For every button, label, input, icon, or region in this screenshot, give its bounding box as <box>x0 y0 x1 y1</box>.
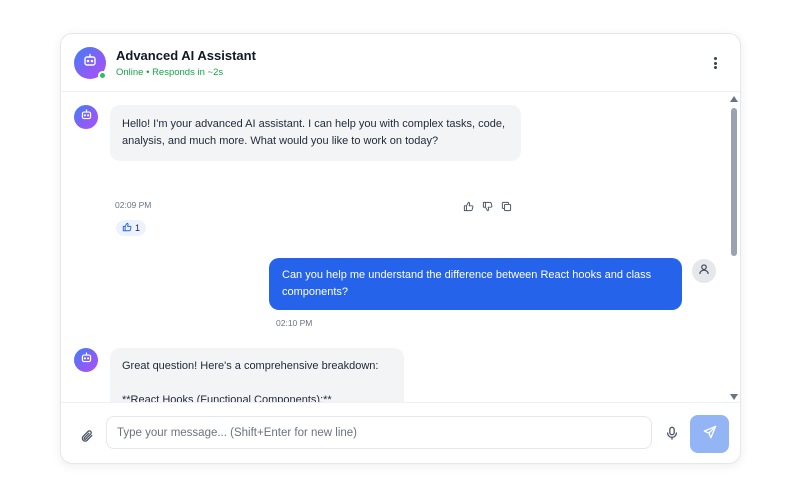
composer <box>61 402 740 463</box>
online-indicator <box>98 70 107 80</box>
thumbs-up-icon[interactable] <box>463 199 474 212</box>
chat-title: Advanced AI Assistant <box>116 47 256 63</box>
scroll-up-arrow[interactable] <box>730 96 738 102</box>
more-vertical-icon[interactable] <box>708 55 722 71</box>
reaction-count: 1 <box>135 223 141 233</box>
message-time: 02:10 PM <box>276 318 313 328</box>
bot-icon <box>80 108 93 126</box>
send-icon <box>703 425 717 444</box>
assistant-avatar <box>74 105 98 129</box>
chat-window: Advanced AI Assistant Online • Responds … <box>60 33 741 464</box>
copy-icon[interactable] <box>501 199 512 212</box>
chat-header: Advanced AI Assistant Online • Responds … <box>61 34 740 92</box>
paperclip-icon[interactable] <box>80 429 94 443</box>
scroll-down-arrow[interactable] <box>730 394 738 400</box>
message-input-wrapper <box>106 416 652 449</box>
assistant-avatar <box>74 46 107 80</box>
bot-icon <box>80 351 93 369</box>
assistant-avatar <box>74 348 98 372</box>
user-message: Can you help me understand the differenc… <box>269 258 682 310</box>
reaction-badge[interactable]: 1 <box>116 220 147 236</box>
scroll-thumb[interactable] <box>731 108 737 256</box>
message-actions <box>463 199 512 212</box>
scrollbar[interactable] <box>728 92 740 402</box>
send-button[interactable] <box>690 415 729 453</box>
message-input[interactable] <box>107 417 651 448</box>
message-time: 02:09 PM <box>115 200 152 210</box>
thumbs-up-icon <box>122 222 132 234</box>
thumbs-down-icon[interactable] <box>482 199 493 212</box>
assistant-message: Great question! Here's a comprehensive b… <box>110 348 404 402</box>
chat-status: Online • Responds in ~2s <box>116 66 224 78</box>
message-list[interactable]: Hello! I'm your advanced AI assistant. I… <box>61 92 729 402</box>
mic-icon[interactable] <box>665 426 679 440</box>
user-avatar <box>692 259 716 283</box>
assistant-message: Hello! I'm your advanced AI assistant. I… <box>110 105 521 161</box>
bot-icon <box>82 52 98 73</box>
user-icon <box>698 262 710 280</box>
